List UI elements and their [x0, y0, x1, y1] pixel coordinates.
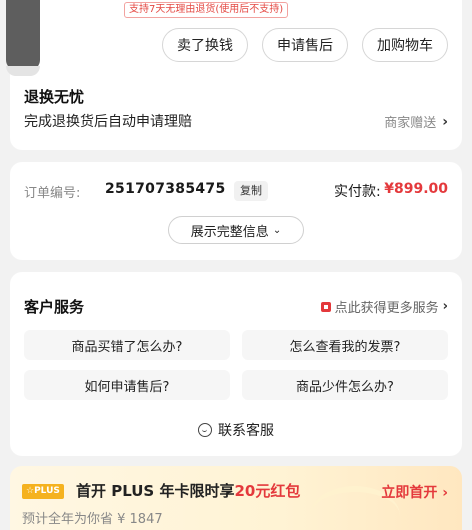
customer-service-card: 客户服务 点此获得更多服务 › 商品买错了怎么办? 怎么查看我的发票? 如何申请… — [10, 272, 462, 456]
return-policy-tag: 支持7天无理由退货(使用后不支持) — [124, 2, 289, 18]
order-info-card: 订单编号: 251707385475 复制 实付款: ¥899.00 展示完整信… — [10, 162, 462, 260]
customer-service-title: 客户服务 — [24, 298, 85, 316]
plus-savings-text: 预计全年为你省 ¥ 1847 — [22, 512, 163, 527]
order-number: 251707385475 — [105, 181, 226, 197]
merchant-gift-label: 商家赠送 — [384, 116, 437, 131]
plus-badge: ☆PLUS — [22, 484, 64, 499]
plus-promo-card[interactable]: ☆PLUS 首开 PLUS 年卡限时享20元红包 立即首开 › 预计全年为你省 … — [10, 466, 462, 530]
order-number-label: 订单编号: — [24, 186, 81, 201]
paid-amount-label: 实付款: — [334, 184, 381, 200]
plus-title-prefix: 首开 PLUS 年卡限时享 — [76, 482, 235, 500]
faq-view-invoice-button[interactable]: 怎么查看我的发票? — [242, 330, 448, 360]
faq-wrong-item-button[interactable]: 商品买错了怎么办? — [24, 330, 230, 360]
more-services-label: 点此获得更多服务 — [334, 301, 439, 316]
paid-amount: ¥899.00 — [384, 181, 448, 197]
chevron-right-icon: › — [442, 299, 448, 314]
plus-promo-title: 首开 PLUS 年卡限时享20元红包 — [76, 480, 300, 501]
return-worry-free-title: 退换无忧 — [24, 88, 85, 106]
apply-aftersale-button[interactable]: 申请售后 — [262, 28, 348, 62]
return-worry-free-desc: 完成退换货后自动申请理赔 — [24, 114, 192, 130]
product-card: 支持7天无理由退货(使用后不支持) 卖了换钱 申请售后 加购物车 退换无忧 完成… — [6, 0, 462, 150]
plus-open-button[interactable]: 立即首开 › — [381, 482, 448, 502]
chevron-down-icon: ⌄ — [272, 224, 282, 236]
copy-order-number-button[interactable]: 复制 — [234, 181, 268, 201]
sell-for-cash-button[interactable]: 卖了换钱 — [162, 28, 248, 62]
service-flag-icon — [320, 301, 331, 312]
plus-title-highlight: 20元红包 — [234, 482, 301, 500]
customer-service-icon — [198, 423, 212, 437]
merchant-gift-link[interactable]: 商家赠送 › — [384, 112, 448, 132]
faq-missing-items-button[interactable]: 商品少件怎么办? — [242, 370, 448, 400]
show-full-info-button[interactable]: 展示完整信息 ⌄ — [168, 216, 304, 244]
chevron-right-icon: › — [442, 113, 448, 130]
show-full-info-label: 展示完整信息 — [190, 224, 269, 240]
faq-apply-aftersale-button[interactable]: 如何申请售后? — [24, 370, 230, 400]
contact-service-button[interactable]: 联系客服 — [10, 420, 462, 440]
product-thumbnail[interactable] — [6, 0, 40, 76]
add-to-cart-button[interactable]: 加购物车 — [362, 28, 448, 62]
plus-open-label: 立即首开 — [381, 485, 438, 501]
contact-service-label: 联系客服 — [218, 423, 274, 439]
more-services-link[interactable]: 点此获得更多服务 › — [320, 297, 448, 316]
chevron-right-icon: › — [442, 485, 448, 501]
